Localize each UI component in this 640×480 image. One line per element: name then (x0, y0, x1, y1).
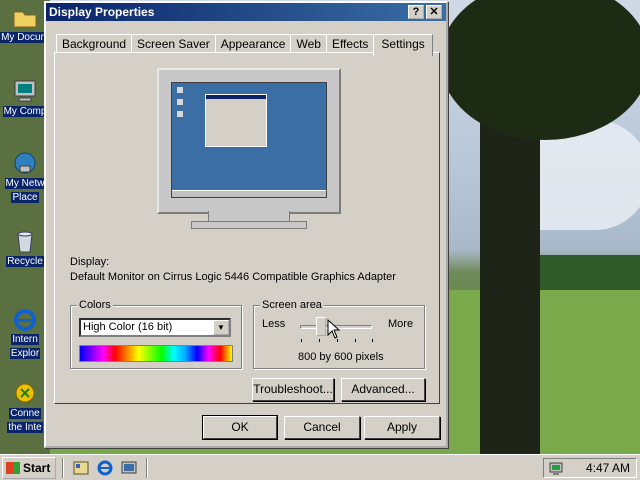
slider-less-label: Less (262, 318, 286, 330)
desktop-icon-internet-explorer[interactable]: Intern Explor (0, 306, 50, 362)
apply-button[interactable]: Apply (364, 416, 440, 439)
colors-selected-value: High Color (16 bit) (83, 321, 173, 333)
wallpaper-tree-canopy (440, 0, 640, 140)
display-settings-tray-icon[interactable] (548, 461, 564, 477)
ie-icon (14, 309, 36, 331)
clock[interactable]: 4:47 AM (586, 461, 630, 475)
chevron-down-icon[interactable]: ▼ (213, 320, 229, 335)
colors-group: Colors High Color (16 bit) ▼ (70, 299, 242, 369)
tab-appearance[interactable]: Appearance (214, 34, 292, 53)
monitor-stand-base (191, 221, 307, 229)
tab-effects[interactable]: Effects (325, 34, 375, 53)
preview-desktop-icon (177, 111, 183, 117)
display-label: Display: (70, 256, 110, 268)
start-label: Start (23, 461, 51, 475)
slider-tick (337, 339, 338, 342)
cancel-button[interactable]: Cancel (284, 416, 360, 439)
desktop-icon-label: My Comp (2, 106, 48, 117)
recycle-bin-icon (17, 231, 33, 253)
troubleshoot-button[interactable]: Troubleshoot... (252, 378, 334, 401)
advanced-button[interactable]: Advanced... (341, 378, 425, 401)
start-button[interactable]: Start (2, 457, 56, 479)
desktop-icon-my-computer[interactable]: My Comp (0, 78, 50, 120)
tab-screen-saver[interactable]: Screen Saver (131, 34, 216, 53)
folder-icon (13, 11, 37, 28)
system-tray: 4:47 AM (543, 458, 637, 478)
channels-icon[interactable] (120, 459, 138, 477)
mouse-pointer-icon (327, 319, 341, 339)
desktop-icon-label-2: Place (11, 192, 39, 203)
taskbar-separator (146, 458, 148, 478)
slider-tick (372, 339, 373, 342)
screen-resolution-text: 800 by 600 pixels (298, 351, 384, 363)
network-icon (14, 152, 36, 174)
desktop-icon-label: My Docum (0, 32, 50, 43)
desktop-icon-label: Intern (11, 334, 39, 345)
tab-web[interactable]: Web (290, 34, 327, 53)
help-button[interactable]: ? (408, 5, 424, 19)
monitor-preview (157, 68, 341, 214)
desktop-icon-recycle-bin[interactable]: Recycle (0, 228, 50, 270)
slider-more-label: More (388, 318, 414, 330)
monitor-screen (171, 82, 327, 198)
slider-tick (355, 339, 356, 342)
color-spectrum-bar (79, 345, 233, 362)
tab-strip: Background Screen Saver Appearance Web Effec… (56, 32, 433, 56)
desktop-icon-label-2: the Inte (7, 422, 43, 433)
colors-group-title: Colors (77, 299, 113, 311)
dialog-title: Display Properties (49, 5, 155, 19)
preview-taskbar (172, 190, 326, 197)
tab-settings[interactable]: Settings (373, 34, 433, 56)
slider-tick (301, 339, 302, 342)
ie-icon[interactable] (96, 459, 114, 477)
preview-desktop-icon (177, 87, 183, 93)
windows-flag-icon (6, 462, 20, 474)
connect-icon (15, 383, 35, 403)
show-desktop-icon[interactable] (72, 459, 90, 477)
slider-tick (319, 339, 320, 342)
ok-button[interactable]: OK (202, 415, 278, 440)
wallpaper-lawn (445, 290, 640, 454)
taskbar-separator (62, 458, 64, 478)
colors-dropdown[interactable]: High Color (16 bit) ▼ (79, 318, 231, 337)
desktop-icon-my-documents[interactable]: My Docum (0, 4, 50, 46)
close-button[interactable]: ✕ (426, 5, 442, 19)
desktop-icon-my-network-places[interactable]: My Netw Place (0, 150, 50, 206)
desktop-icon-label-2: Explor (9, 348, 41, 359)
screen-area-group-title: Screen area (260, 299, 324, 311)
settings-panel: Display: Default Monitor on Cirrus Logic… (54, 52, 440, 404)
taskbar: Start 4:47 AM (0, 454, 640, 480)
display-properties-dialog: Display Properties ? ✕ Background Screen … (44, 1, 448, 448)
screen-area-slider-thumb[interactable] (316, 317, 326, 336)
desktop-icon-label: Conne (9, 408, 41, 419)
computer-icon (14, 80, 36, 102)
preview-window (205, 94, 267, 147)
tab-background[interactable]: Background (56, 34, 133, 53)
desktop-icon-label: My Netw (4, 178, 46, 189)
dialog-titlebar[interactable]: Display Properties ? ✕ (46, 3, 446, 21)
desktop-icon-connect-internet[interactable]: Conne the Inte (0, 380, 50, 436)
display-adapter-text: Default Monitor on Cirrus Logic 5446 Com… (70, 271, 396, 283)
preview-desktop-icon (177, 99, 183, 105)
desktop-icon-label: Recycle (6, 256, 44, 267)
